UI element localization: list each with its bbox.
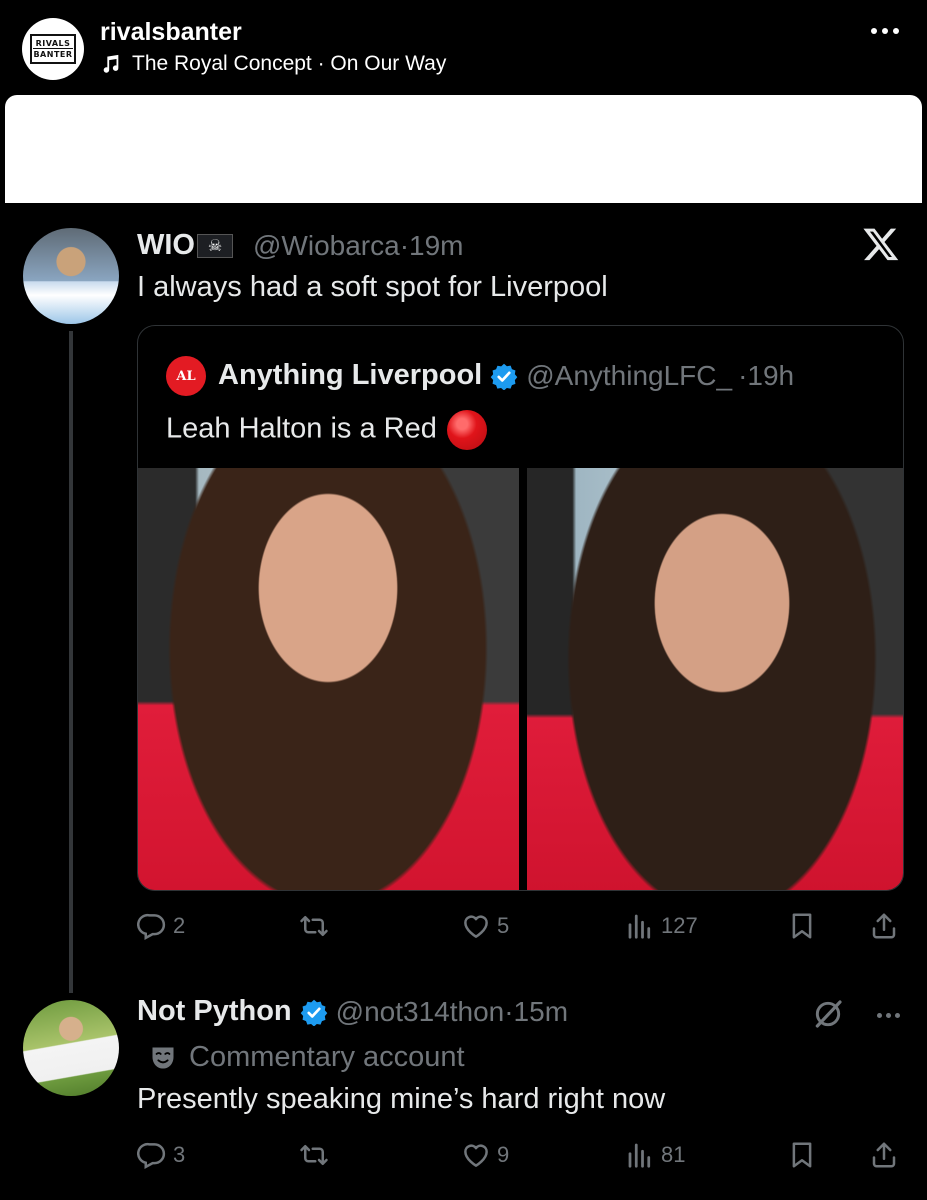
retweet-button[interactable] — [299, 911, 329, 941]
reply-count: 3 — [173, 1142, 186, 1167]
like-button[interactable]: 9 — [461, 1140, 509, 1170]
like-count: 9 — [497, 1142, 510, 1167]
quoted-tweet[interactable]: AL Anything Liverpool @AnythingLFC_ ·19h… — [137, 325, 904, 891]
share-icon — [872, 913, 896, 939]
reply-time: ·15m — [504, 995, 569, 1027]
reply-icon — [137, 1142, 166, 1169]
reply-icon — [137, 913, 166, 940]
white-band — [5, 95, 922, 203]
photo-divider — [519, 468, 527, 890]
not-python-avatar[interactable] — [23, 1000, 119, 1096]
views-button[interactable]: 127 — [625, 911, 698, 941]
music-info[interactable]: The Royal Concept · On Our Way — [100, 52, 446, 76]
reply-author-name[interactable]: Not Python — [137, 995, 292, 1028]
view-count: 81 — [661, 1142, 686, 1167]
reply-actions: 3 9 81 — [137, 1140, 907, 1180]
quote-header: Anything Liverpool @AnythingLFC_ ·19h — [218, 359, 794, 392]
quote-author-handle[interactable]: @AnythingLFC_ — [526, 360, 732, 392]
heart-icon — [464, 1144, 488, 1167]
rivals-banter-logo: RIVALS BANTER — [30, 34, 76, 64]
tweet-header: WIO ☠ @Wiobarca ·19m — [137, 229, 463, 262]
tweet-time: ·19m — [399, 229, 464, 261]
more-options-icon[interactable] — [877, 1013, 900, 1018]
bookmark-icon — [792, 1142, 812, 1168]
grok-icon[interactable] — [812, 998, 844, 1030]
bookmark-button[interactable] — [787, 911, 817, 941]
account-username[interactable]: rivalsbanter — [100, 18, 242, 47]
quote-text: Leah Halton is a Red — [166, 412, 437, 445]
share-button[interactable] — [869, 911, 899, 941]
views-icon — [628, 1143, 651, 1168]
verified-badge-icon — [300, 999, 327, 1026]
verified-badge-icon — [490, 363, 518, 390]
music-title: The Royal Concept · On Our Way — [132, 52, 447, 75]
anything-liverpool-logo: AL — [166, 356, 206, 396]
theater-mask-icon — [152, 1047, 174, 1068]
share-button[interactable] — [869, 1140, 899, 1170]
account-avatar[interactable]: RIVALS BANTER — [22, 18, 84, 80]
more-options-icon[interactable] — [871, 28, 899, 34]
views-button[interactable]: 81 — [625, 1140, 685, 1170]
reply-button[interactable]: 3 — [137, 1140, 185, 1170]
quote-text-row: Leah Halton is a Red — [166, 410, 487, 450]
post-header: RIVALS BANTER rivalsbanter The Royal Con… — [0, 0, 927, 95]
tweet-screenshot: WIO ☠ @Wiobarca ·19m I always had a soft… — [5, 203, 922, 1200]
views-icon — [628, 914, 651, 939]
quote-photo-2[interactable] — [527, 468, 903, 890]
bookmark-button[interactable] — [787, 1140, 817, 1170]
music-note-icon — [103, 54, 119, 73]
reply-count: 2 — [173, 913, 186, 938]
commentary-label-row: Commentary account — [149, 1041, 465, 1074]
red-circle-emoji — [446, 410, 487, 450]
like-count: 5 — [497, 913, 510, 938]
retweet-icon — [300, 1145, 328, 1165]
wio-avatar[interactable] — [23, 228, 119, 324]
tweet-actions: 2 5 127 — [137, 911, 907, 951]
author-name[interactable]: WIO — [137, 229, 195, 262]
heart-icon — [464, 915, 488, 938]
retweet-icon — [300, 916, 328, 936]
quote-author-name[interactable]: Anything Liverpool — [218, 359, 482, 392]
reply-author-handle[interactable]: @not314thon — [336, 996, 505, 1028]
quote-photo-1[interactable] — [138, 468, 519, 890]
x-logo-icon — [863, 228, 899, 261]
commentary-label: Commentary account — [189, 1041, 465, 1073]
pirate-flag-icon: ☠ — [197, 233, 233, 258]
view-count: 127 — [661, 913, 698, 938]
reply-header: Not Python @not314thon ·15m — [137, 995, 568, 1028]
bookmark-icon — [792, 913, 812, 939]
author-handle[interactable]: @Wiobarca — [253, 230, 400, 262]
like-button[interactable]: 5 — [461, 911, 509, 941]
quote-time: ·19h — [738, 359, 795, 391]
retweet-button[interactable] — [299, 1140, 329, 1170]
reply-text: Presently speaking mine’s hard right now — [137, 1083, 666, 1115]
tweet-text: I always had a soft spot for Liverpool — [137, 271, 608, 303]
share-icon — [872, 1142, 896, 1168]
reply-button[interactable]: 2 — [137, 911, 185, 941]
thread-line — [69, 331, 73, 993]
